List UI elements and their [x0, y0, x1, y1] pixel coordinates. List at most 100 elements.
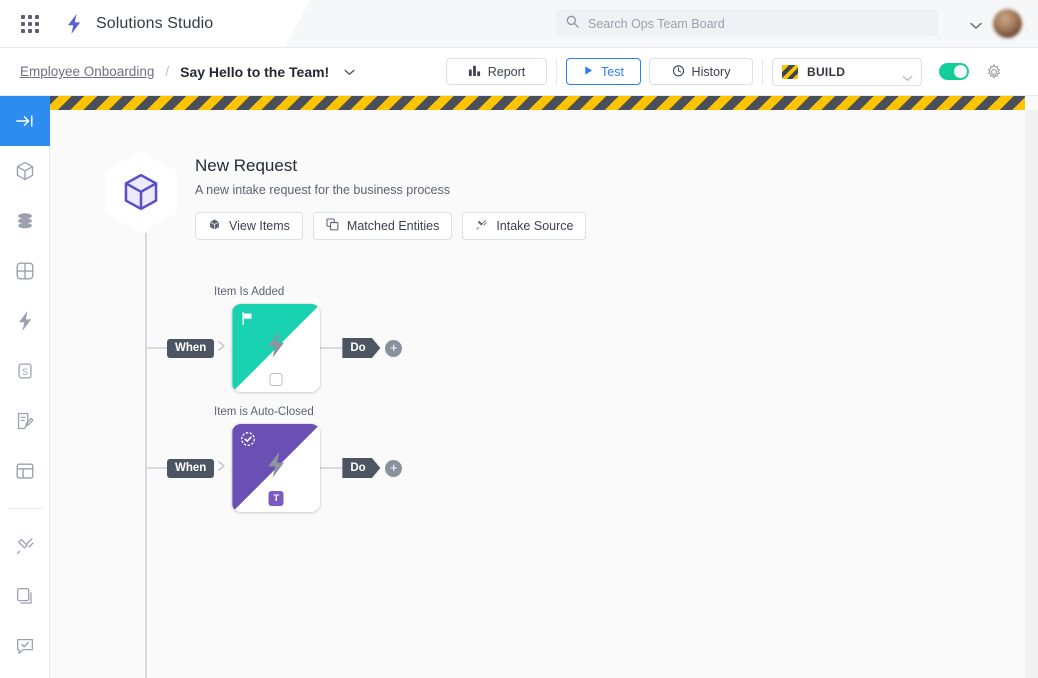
flow-canvas: New Request A new intake request for the… [50, 110, 1025, 678]
app-title: Solutions Studio [96, 15, 213, 33]
sidebar-item-data[interactable] [0, 196, 50, 246]
sidebar-item-approvals[interactable] [0, 621, 50, 671]
flag-icon [240, 311, 255, 331]
history-button[interactable]: History [649, 58, 753, 85]
arrow-right-bar-icon [14, 112, 36, 130]
intake-source-label: Intake Source [496, 219, 573, 233]
test-button-label: Test [601, 65, 624, 79]
node-subtitle: A new intake request for the business pr… [195, 183, 586, 197]
toolbar-divider-2 [762, 60, 763, 84]
cube-icon [208, 218, 221, 234]
check-circle-icon [240, 431, 256, 452]
when-chip[interactable]: When [167, 339, 214, 358]
sidebar-item-copies[interactable] [0, 571, 50, 621]
lightning-bolt-icon [15, 310, 35, 332]
card-footer-indicator: T [269, 491, 284, 506]
bar-chart-icon [468, 64, 481, 80]
lightning-bolt-icon [263, 329, 289, 366]
connector-line [145, 467, 167, 469]
gear-icon[interactable] [985, 63, 1003, 81]
environment-toggle[interactable] [939, 63, 969, 80]
environment-chevron-down-icon [902, 69, 913, 87]
search-icon [566, 15, 579, 33]
card-footer-indicator [270, 373, 283, 386]
app-brand[interactable]: Solutions Studio [64, 13, 213, 35]
body: S [0, 96, 1038, 678]
report-button-label: Report [488, 65, 526, 79]
breadcrumb-parent-link[interactable]: Employee Onboarding [20, 64, 154, 79]
view-items-label: View Items [229, 219, 290, 233]
sidebar-item-scripts[interactable]: S [0, 346, 50, 396]
form-edit-icon [14, 410, 36, 432]
flow-branch: Item is Auto-Closed When [145, 406, 402, 512]
user-avatar[interactable] [993, 9, 1022, 38]
environment-select-label: BUILD [807, 65, 845, 79]
sidebar-item-collapse-panel[interactable] [0, 96, 50, 146]
database-icon [14, 210, 36, 232]
flow-branch: Item Is Added When [145, 286, 402, 392]
grid-apps-icon[interactable] [18, 12, 42, 36]
report-button[interactable]: Report [446, 58, 547, 85]
test-button[interactable]: Test [566, 58, 641, 85]
add-action-button[interactable]: + [385, 460, 402, 477]
sidebar-item-objects[interactable] [0, 146, 50, 196]
sub-toolbar: Employee Onboarding / Say Hello to the T… [0, 48, 1038, 96]
account-chevron-down-icon[interactable] [970, 17, 982, 35]
search-bar[interactable] [556, 10, 938, 37]
connector-line-out [320, 467, 342, 469]
plug-connector-icon [14, 535, 36, 557]
clock-history-icon [672, 64, 685, 80]
lightning-bolt-icon [64, 13, 84, 35]
node-title: New Request [195, 156, 586, 176]
trigger-card[interactable]: T [232, 424, 320, 512]
history-button-label: History [692, 65, 731, 79]
do-chip[interactable]: Do [342, 338, 380, 358]
environment-select[interactable]: BUILD [772, 58, 922, 86]
copy-stack-icon [326, 218, 339, 234]
flow-root-node: New Request A new intake request for the… [105, 151, 586, 240]
matched-entities-button[interactable]: Matched Entities [313, 212, 452, 240]
sidebar-item-automations[interactable] [0, 296, 50, 346]
sidebar-item-integrations[interactable] [0, 521, 50, 571]
view-items-button[interactable]: View Items [195, 212, 303, 240]
breadcrumb: Employee Onboarding / Say Hello to the T… [20, 63, 355, 81]
do-chip[interactable]: Do [342, 458, 380, 478]
play-icon [583, 65, 594, 79]
build-mode-hazard-banner [50, 96, 1025, 110]
branch-label: Item is Auto-Closed [214, 406, 402, 418]
cube-icon [14, 160, 36, 182]
intake-source-button[interactable]: Intake Source [462, 212, 586, 240]
arrow-right-icon [217, 339, 229, 357]
when-chip[interactable]: When [167, 459, 214, 478]
table-grid-icon [14, 260, 36, 282]
flow-canvas-wrapper: New Request A new intake request for the… [50, 96, 1038, 678]
template-badge: T [269, 491, 284, 506]
left-sidebar: S [0, 96, 50, 678]
sidebar-item-layouts[interactable] [0, 446, 50, 496]
lightning-bolt-icon [263, 449, 289, 486]
chat-check-icon [14, 635, 36, 657]
breadcrumb-separator: / [165, 64, 169, 79]
arrow-right-icon [217, 459, 229, 477]
connector-line-out [320, 347, 342, 349]
top-bar: Solutions Studio [0, 0, 1038, 48]
checkbox-outline-icon [270, 373, 283, 386]
trigger-card[interactable] [232, 304, 320, 392]
search-input[interactable] [588, 17, 928, 31]
sidebar-item-forms[interactable] [0, 396, 50, 446]
plug-connector-icon [475, 218, 488, 234]
toolbar-divider [556, 60, 557, 84]
hazard-stripes-icon [782, 65, 798, 79]
sidebar-divider [8, 508, 42, 509]
canvas-scrollbar[interactable] [1025, 110, 1038, 678]
matched-entities-label: Matched Entities [347, 219, 439, 233]
breadcrumb-chevron-down-icon[interactable] [344, 63, 355, 81]
toolbar-actions: Report Test History BUILD [446, 48, 1038, 95]
svg-text:S: S [21, 367, 27, 377]
add-action-button[interactable]: + [385, 340, 402, 357]
branch-label: Item Is Added [214, 286, 402, 298]
layout-panel-icon [14, 460, 36, 482]
layers-copy-icon [14, 585, 36, 607]
page-title: Say Hello to the Team! [180, 64, 329, 80]
sidebar-item-grid[interactable] [0, 246, 50, 296]
